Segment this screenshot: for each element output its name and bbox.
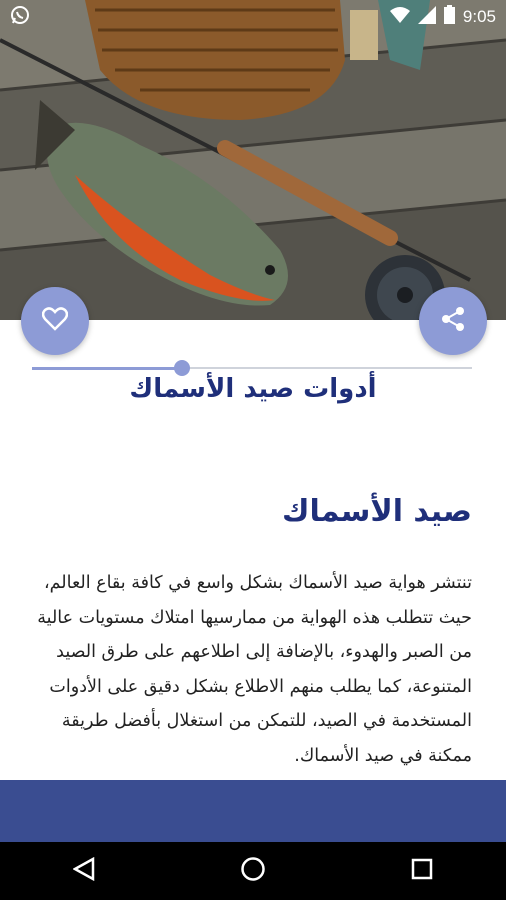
back-button[interactable] — [54, 842, 114, 900]
article-title: أدوات صيد الأسماك — [129, 374, 377, 404]
wifi-icon — [389, 6, 410, 29]
back-icon — [72, 856, 95, 885]
hero-image — [0, 0, 506, 320]
footer-bar — [0, 780, 506, 842]
fishing-gear-photo — [0, 0, 506, 320]
status-bar: 9:05 — [0, 0, 506, 30]
share-button[interactable] — [419, 287, 487, 355]
status-time: 9:05 — [462, 7, 496, 26]
system-nav-bar — [0, 842, 506, 900]
reading-progress-fill — [32, 367, 182, 370]
share-icon — [440, 306, 466, 336]
recents-icon — [411, 858, 433, 884]
favorite-button[interactable] — [21, 287, 89, 355]
home-icon — [240, 856, 266, 886]
heart-icon — [41, 307, 69, 335]
signal-icon — [417, 5, 436, 29]
article-paragraph: تنتشر هواية صيد الأسماك بشكل واسع في كاف… — [37, 573, 472, 766]
whatsapp-icon — [10, 5, 30, 30]
home-button[interactable] — [223, 842, 283, 900]
section-heading: صيد الأسماك — [281, 494, 472, 529]
recents-button[interactable] — [392, 842, 452, 900]
battery-icon — [443, 5, 455, 29]
